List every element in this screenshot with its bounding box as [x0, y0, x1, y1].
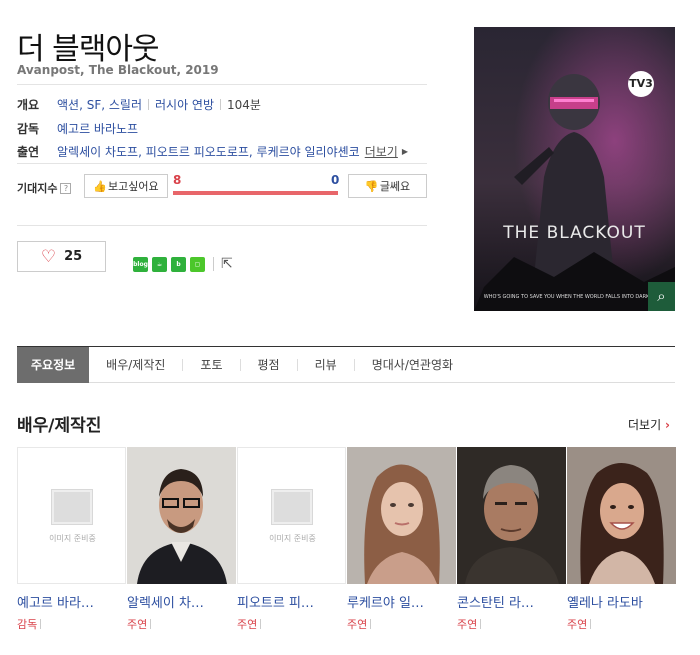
tab-reviews[interactable]: 리뷰 — [298, 347, 354, 383]
expectation-label: 기대지수 ? — [17, 180, 72, 196]
cast-role: 주연 — [237, 618, 258, 631]
person-portrait — [457, 447, 566, 584]
zoom-icon[interactable]: ⌕ — [648, 282, 675, 311]
poster-title: THE BLACKOUT — [503, 223, 646, 243]
heart-icon: ♡ — [40, 246, 57, 267]
thumbs-down-icon: 👎 — [364, 179, 379, 193]
divider — [17, 163, 427, 164]
cast-label: 출연 — [17, 145, 40, 159]
separator — [147, 99, 149, 110]
cast-photo — [567, 447, 676, 584]
cast-photo — [347, 447, 456, 584]
cast-links[interactable]: 알렉세이 차도프, 피오트르 피오도로프, 루케르야 일리야셴코 — [57, 143, 360, 160]
share-bar: blog ☕ b ▢ ⇱ — [133, 256, 233, 272]
person-portrait — [347, 447, 456, 584]
cast-card[interactable]: 이미지 준비중 예고르 바라… 감독 — [17, 447, 126, 632]
meh-button[interactable]: 👎 글쎄요 — [348, 174, 427, 198]
like-button[interactable]: ♡ 25 — [17, 241, 106, 272]
movie-poster[interactable]: TV3 THE BLACKOUT WHO'S GOING TO SAVE YOU… — [474, 27, 675, 311]
thumbs-up-icon: 👍 — [93, 179, 107, 193]
no-image-icon — [272, 490, 312, 524]
cast-row: 출연 알렉세이 차도프, 피오트르 피오도로프, 루케르야 일리야셴코 더보기 … — [17, 143, 408, 160]
cast-section-more-link[interactable]: 더보기 › — [628, 416, 670, 433]
want-to-see-button[interactable]: 👍 보고싶어요 — [84, 174, 168, 198]
cast-section-title: 배우/제작진 — [17, 416, 102, 436]
no-image-icon — [52, 490, 92, 524]
image-placeholder: 이미지 준비중 — [237, 447, 346, 584]
tab-main-info[interactable]: 주요정보 — [17, 346, 90, 383]
like-count: 25 — [64, 249, 83, 264]
cast-role: 주연 — [347, 618, 368, 631]
person-portrait — [127, 447, 236, 584]
meh-count: 0 — [331, 173, 340, 187]
share-icon[interactable]: ⇱ — [221, 256, 233, 272]
cast-name[interactable]: 알렉세이 차… — [127, 592, 236, 611]
divider — [17, 84, 427, 85]
tab-quotes-related[interactable]: 명대사/연관영화 — [355, 347, 470, 383]
cast-name[interactable]: 옐레나 라도바 — [567, 592, 676, 611]
separator — [150, 619, 152, 629]
movie-title: 더 블랙아웃 — [17, 32, 160, 67]
cast-name[interactable]: 피오트르 피… — [237, 592, 346, 611]
separator — [480, 619, 482, 629]
separator — [213, 257, 214, 271]
divider — [17, 225, 427, 226]
tab-cast-crew[interactable]: 배우/제작진 — [89, 347, 182, 383]
expectation-label-text: 기대지수 — [17, 182, 58, 195]
separator — [370, 619, 372, 629]
band-icon[interactable]: b — [171, 256, 186, 272]
poster-art — [474, 27, 675, 311]
blog-icon[interactable]: blog — [133, 256, 148, 272]
cafe-icon[interactable]: ☕ — [152, 256, 167, 272]
cast-card[interactable]: 루케르야 일… 주연 — [347, 447, 456, 632]
overview-label: 개요 — [17, 98, 40, 112]
placeholder-text: 이미지 준비중 — [49, 534, 96, 543]
chevron-right-icon: › — [664, 418, 670, 432]
overview-row: 개요 액션, SF, 스릴러 러시아 연방 104분 — [17, 96, 261, 113]
genre-link[interactable]: 액션, SF, 스릴러 — [57, 96, 142, 113]
cast-card[interactable]: 이미지 준비중 피오트르 피… 주연 — [237, 447, 346, 632]
cast-card[interactable]: 콘스탄틴 라… 주연 — [457, 447, 566, 632]
country-link[interactable]: 러시아 연방 — [155, 96, 214, 113]
separator — [220, 99, 221, 110]
separator — [590, 619, 592, 629]
cast-role: 주연 — [457, 618, 478, 631]
cast-role: 주연 — [127, 618, 148, 631]
tab-photos[interactable]: 포토 — [183, 347, 239, 383]
placeholder-text: 이미지 준비중 — [269, 534, 316, 543]
cast-name[interactable]: 콘스탄틴 라… — [457, 592, 566, 611]
cast-more-link[interactable]: 더보기 — [365, 143, 398, 160]
director-row: 감독 예고르 바라노프 — [17, 120, 138, 137]
separator — [260, 619, 262, 629]
cast-name[interactable]: 루케르야 일… — [347, 592, 456, 611]
want-to-see-label: 보고싶어요 — [108, 180, 159, 193]
cast-card[interactable]: 알렉세이 차… 주연 — [127, 447, 236, 632]
cast-role: 감독 — [17, 618, 38, 631]
cast-role: 주연 — [567, 618, 588, 631]
more-label: 더보기 — [628, 418, 662, 432]
triangle-right-icon: ▶ — [401, 147, 408, 156]
meh-label: 글쎄요 — [379, 180, 411, 193]
help-icon[interactable]: ? — [60, 182, 72, 194]
cast-card[interactable]: 옐레나 라도바 주연 — [567, 447, 676, 632]
cast-list: 이미지 준비중 예고르 바라… 감독 알렉세이 차… 주연 이미지 준비중 피오… — [17, 447, 677, 632]
poster-tagline: WHO'S GOING TO SAVE YOU WHEN THE WORLD F… — [483, 294, 666, 300]
cast-photo — [457, 447, 566, 584]
expectation-bar — [173, 191, 338, 195]
channel-logo: TV3 — [628, 71, 654, 97]
runtime: 104분 — [227, 98, 261, 112]
movie-subtitle: Avanpost, The Blackout, 2019 — [17, 63, 219, 77]
cast-name[interactable]: 예고르 바라… — [17, 592, 126, 611]
tab-bar: 주요정보 배우/제작진 포토 평점 리뷰 명대사/연관영화 — [17, 346, 675, 383]
tab-ratings[interactable]: 평점 — [241, 347, 297, 383]
line-icon[interactable]: ▢ — [190, 256, 205, 272]
cast-photo — [127, 447, 236, 584]
image-placeholder: 이미지 준비중 — [17, 447, 126, 584]
director-link[interactable]: 예고르 바라노프 — [57, 120, 138, 137]
director-label: 감독 — [17, 122, 40, 136]
person-portrait — [567, 447, 676, 584]
want-count: 8 — [173, 173, 182, 187]
separator — [40, 619, 42, 629]
